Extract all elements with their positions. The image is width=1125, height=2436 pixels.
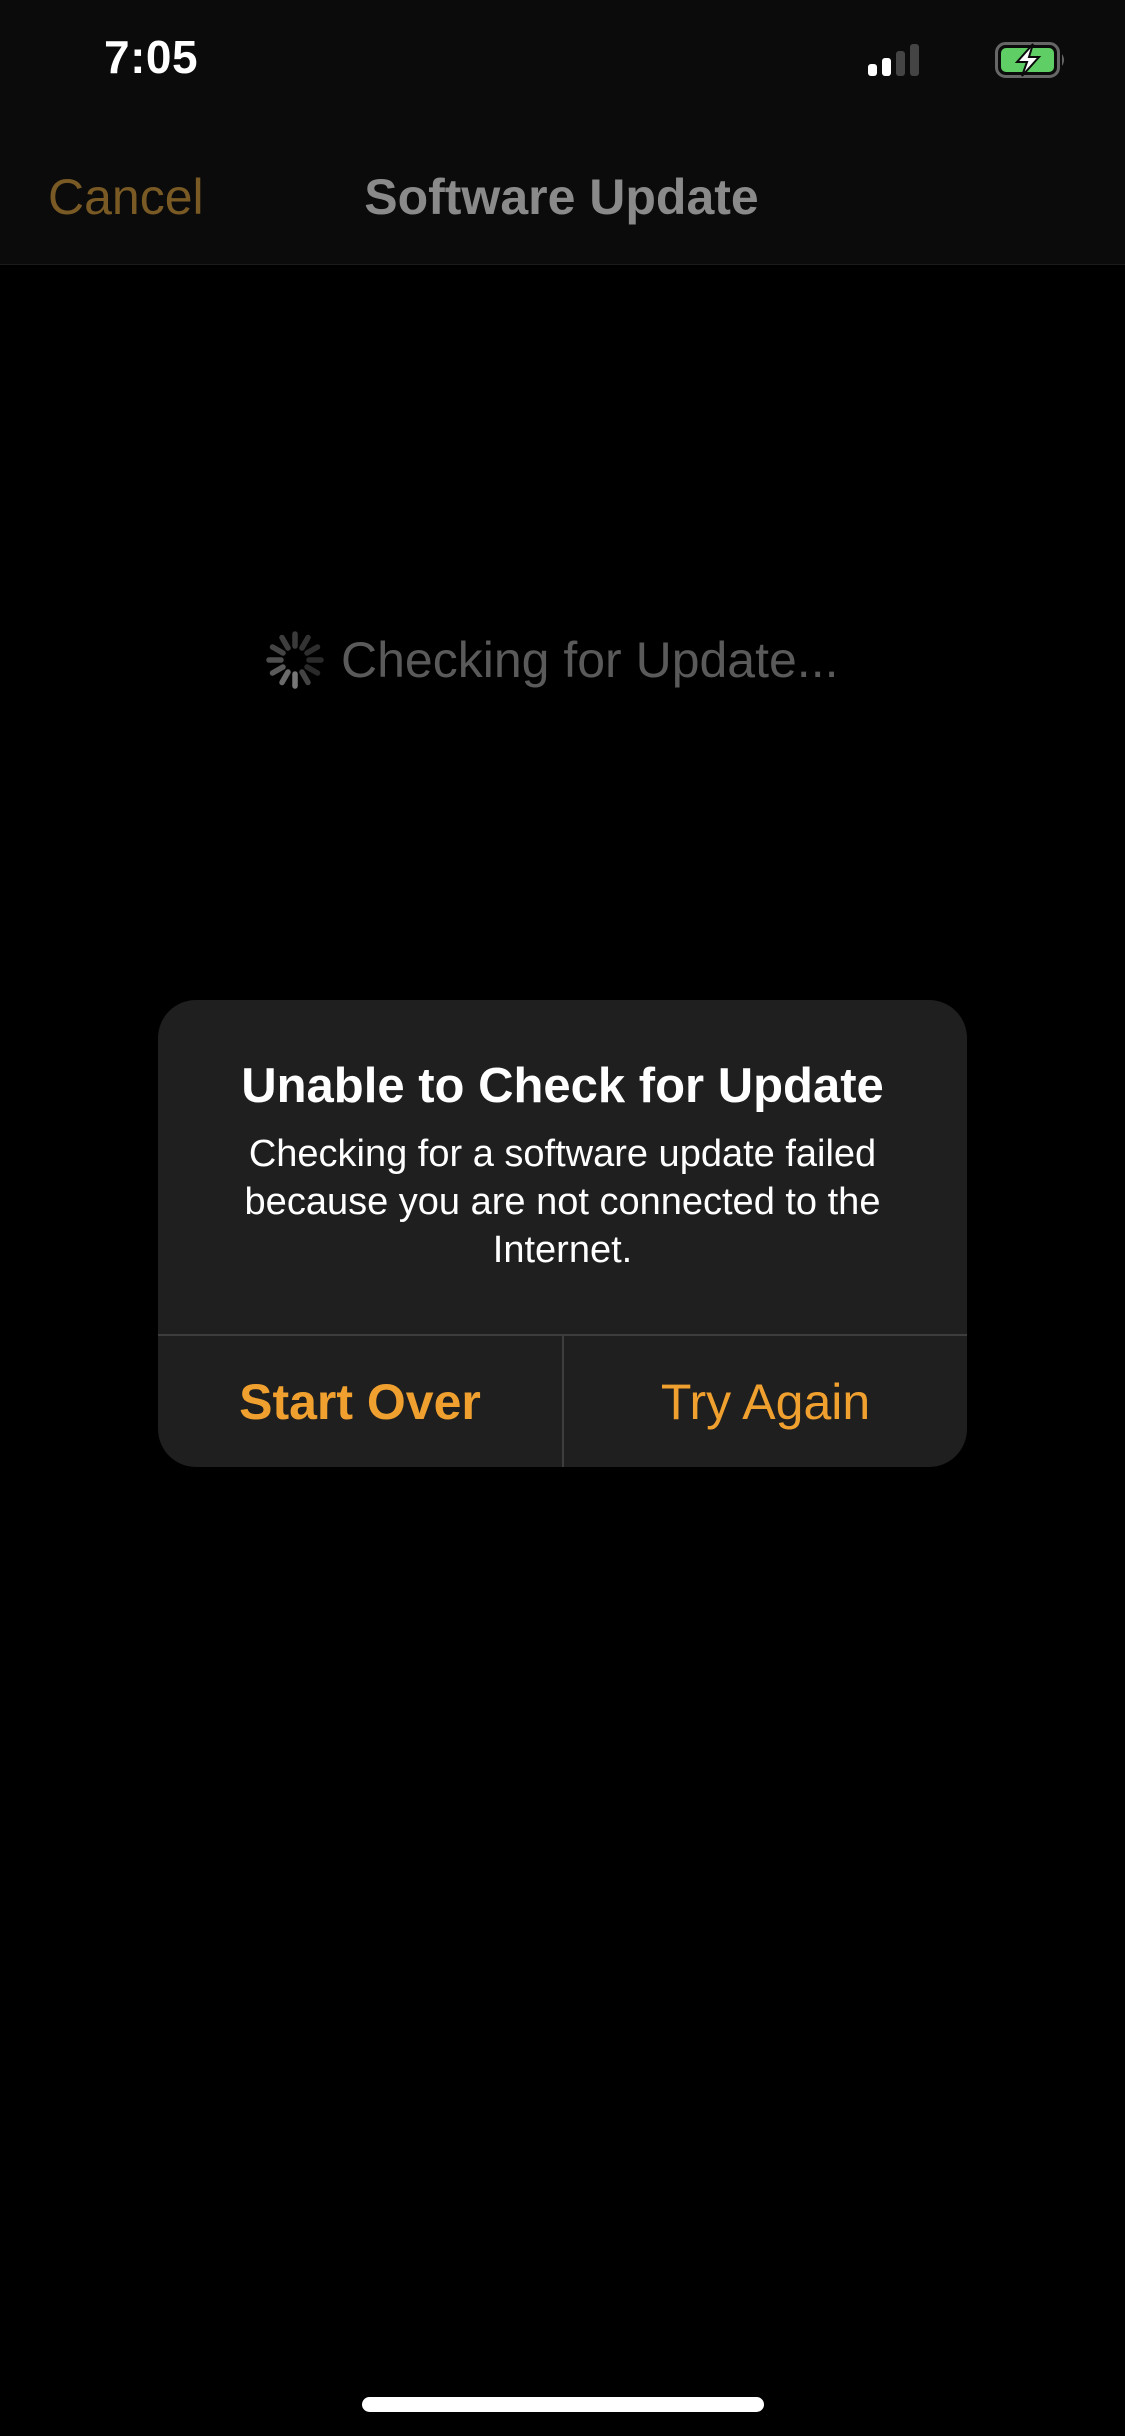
home-indicator[interactable]	[362, 2397, 764, 2412]
status-bar: 7:05	[0, 0, 1125, 130]
page-title: Software Update	[0, 168, 1125, 226]
checking-status: Checking for Update...	[265, 625, 839, 695]
cellular-signal-icon	[868, 44, 920, 76]
start-over-button[interactable]: Start Over	[158, 1336, 562, 1467]
try-again-button[interactable]: Try Again	[564, 1336, 967, 1467]
navigation-bar: Cancel Software Update	[0, 130, 1125, 265]
activity-spinner-icon	[266, 631, 324, 689]
page-title-text: Software Update	[364, 169, 759, 225]
status-time: 7:05	[104, 31, 199, 83]
alert-dialog: Unable to Check for Update Checking for …	[158, 1000, 967, 1467]
checking-status-text: Checking for Update...	[341, 632, 839, 688]
alert-message: Checking for a software update failed be…	[244, 1133, 881, 1271]
battery-charging-icon	[995, 42, 1064, 78]
alert-title: Unable to Check for Update	[241, 1059, 884, 1113]
